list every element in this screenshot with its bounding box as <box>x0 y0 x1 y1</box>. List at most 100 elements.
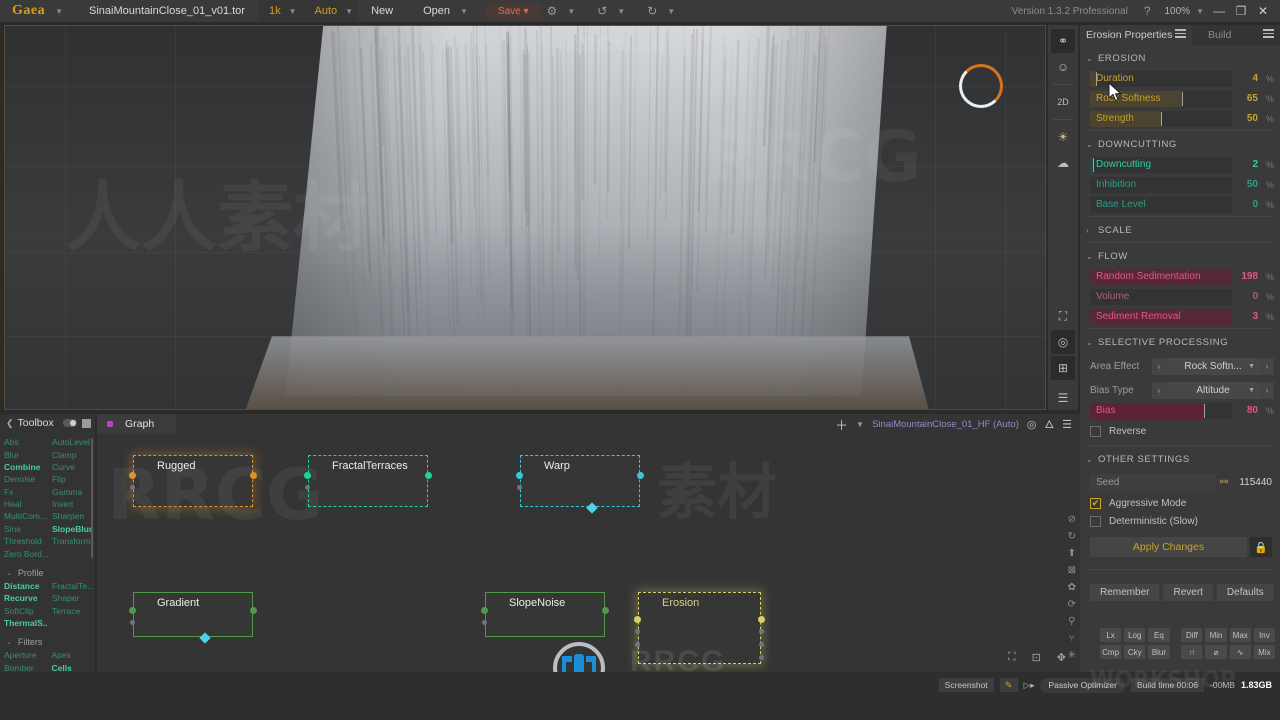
properties-scroll-area[interactable]: ⌄ EROSION Duration 4 % Rock Softness 65 … <box>1080 45 1280 672</box>
app-logo[interactable]: Gaea <box>0 3 51 19</box>
pin-icon[interactable]: ⚲ <box>1068 616 1075 627</box>
undo-chevron-down-icon[interactable]: ▼ <box>613 7 629 16</box>
toolbox-item[interactable]: Distance <box>0 580 48 592</box>
toolbox-item[interactable]: Denoise <box>0 473 48 485</box>
seed-input[interactable]: Seed <box>1090 474 1216 491</box>
resolution-chevron-down-icon[interactable]: ▼ <box>285 7 301 16</box>
chevron-right-icon[interactable]: › <box>1086 226 1098 235</box>
toolbox-item[interactable]: Apex <box>48 649 96 661</box>
graph-node-erosion[interactable]: Erosion <box>634 592 765 664</box>
toolbox-item[interactable]: FractalTe... <box>48 580 95 592</box>
toolbox-item[interactable]: SoftClip <box>0 605 48 617</box>
op-key-inv[interactable]: Inv <box>1253 628 1275 642</box>
chevron-down-icon[interactable]: ▼ <box>1248 387 1255 394</box>
gear-chevron-down-icon[interactable]: ▼ <box>563 7 579 16</box>
op-key-mix[interactable]: Mix <box>1253 645 1275 659</box>
property-row[interactable]: Downcutting 2 % <box>1090 156 1274 173</box>
toolbox-item[interactable]: Shaper <box>48 592 95 604</box>
no-entry-icon[interactable]: ⊘ <box>1068 514 1076 525</box>
redo-chevron-down-icon[interactable]: ▼ <box>663 7 679 16</box>
slider-handle[interactable] <box>1203 403 1205 418</box>
menu-icon[interactable]: ☰ <box>1051 386 1075 410</box>
chevron-down-icon[interactable]: ⌄ <box>1086 54 1098 63</box>
section-header-scale[interactable]: › SCALE <box>1080 221 1280 239</box>
toolbox-item[interactable]: AutoLevel <box>48 436 95 448</box>
toolbox-item[interactable]: SlopeBlur <box>48 523 95 535</box>
minimize-button[interactable]: — <box>1208 4 1230 18</box>
logo-chevron-down-icon[interactable]: ▼ <box>51 7 67 16</box>
help-icon[interactable]: ? <box>1138 4 1157 18</box>
close-box-icon[interactable]: ⊠ <box>1068 565 1076 576</box>
node-output-port-4[interactable] <box>759 655 764 660</box>
branch-icon[interactable]: ⑂ <box>1069 633 1075 644</box>
toolbox-back-icon[interactable]: ❮ <box>4 418 18 429</box>
passive-optimizer-button[interactable]: Passive Optimizer <box>1040 677 1125 693</box>
chevron-down-icon[interactable]: ⌄ <box>6 569 12 577</box>
op-key-blur[interactable]: Blur <box>1148 645 1170 659</box>
op-key-log[interactable]: Log <box>1124 628 1146 642</box>
refresh-icon[interactable]: ↻ <box>1068 531 1076 542</box>
property-row[interactable]: Bias 80 % <box>1090 402 1274 419</box>
chevron-down-icon[interactable]: ⌄ <box>1086 252 1098 261</box>
node-output-port[interactable] <box>602 607 609 614</box>
pen-icon[interactable]: ✎ <box>999 678 1018 692</box>
toolbox-item[interactable]: MultiCom... <box>0 510 48 522</box>
node-output-port[interactable] <box>250 472 257 479</box>
toolbox-item[interactable]: Terrace <box>48 605 95 617</box>
toolbox-item[interactable]: Recurve <box>0 592 48 604</box>
node-input-port-secondary[interactable] <box>517 485 522 490</box>
node-output-port[interactable] <box>758 616 765 623</box>
graph-canvas[interactable]: RRCG 素材 ⊘ ↻ ⬆ ⊠ ✿ ⟳ ⚲ ⑂ ✳ ⛶ ⊡ ✥ Rugged F… <box>97 434 1080 672</box>
deterministic-checkbox[interactable] <box>1090 516 1101 527</box>
area-effect-next-icon[interactable]: › <box>1260 357 1274 375</box>
toolbox-item[interactable]: Invert <box>48 498 95 510</box>
node-input-port-secondary[interactable] <box>305 485 310 490</box>
chevron-down-icon[interactable]: ⌄ <box>1086 338 1098 347</box>
node-input-port-secondary[interactable] <box>130 485 135 490</box>
settings-node-icon[interactable]: ✿ <box>1068 582 1076 593</box>
reverse-checkbox[interactable] <box>1090 426 1101 437</box>
section-header-erosion[interactable]: ⌄ EROSION <box>1080 49 1280 67</box>
area-effect-select[interactable]: Rock Softn... ▼ <box>1166 357 1260 375</box>
toolbox-item[interactable]: ThermalS... <box>0 617 48 629</box>
fit-view-icon[interactable]: ⛶ <box>1008 651 1016 664</box>
node-input-port[interactable] <box>304 472 311 479</box>
toolbox-item[interactable]: Flip <box>48 473 95 485</box>
node-input-port[interactable] <box>516 472 523 479</box>
layout-icon[interactable]: ⊡ <box>1032 651 1041 664</box>
star-icon[interactable]: ✳ <box>1068 650 1076 661</box>
toolbox-item[interactable]: Gamma <box>48 486 95 498</box>
checkbox-deterministic[interactable]: Deterministic (Slow) <box>1090 516 1274 527</box>
tab-erosion-properties[interactable]: Erosion Properties <box>1080 25 1192 45</box>
sun-light-icon[interactable]: ☀ <box>1051 125 1075 149</box>
toolbox-item[interactable]: Blur <box>0 448 48 460</box>
toolbox-item[interactable]: Clamp <box>48 448 95 460</box>
toolbox-group-profile[interactable]: ⌄ Profile <box>0 566 95 580</box>
slider-sediment-removal[interactable]: Sediment Removal <box>1090 308 1232 325</box>
gear-icon[interactable]: ⚙ <box>541 4 564 18</box>
property-row[interactable]: Sediment Removal 3 % <box>1090 308 1274 325</box>
checkbox-aggressive-mode[interactable]: Aggressive Mode <box>1090 498 1274 509</box>
node-input-port-secondary[interactable] <box>130 620 135 625</box>
slider-bias[interactable]: Bias <box>1090 402 1232 419</box>
op-key-diff[interactable]: Diff <box>1181 628 1203 642</box>
chevron-down-icon[interactable]: ⌄ <box>1086 140 1098 149</box>
toolbox-item[interactable]: Combine <box>0 461 48 473</box>
operator-quick-keys[interactable]: Lx Log Eq Diff Min Max Inv Cmp Cky Blur ⑁ ⌀ ∿ Mix <box>1100 628 1275 662</box>
toolbox-item[interactable]: Sharpen <box>48 510 95 522</box>
op-key-min[interactable]: Min <box>1205 628 1227 642</box>
slider-handle[interactable] <box>1161 111 1162 126</box>
slider-downcutting[interactable]: Downcutting <box>1090 156 1232 173</box>
reset-icon[interactable]: ⟳ <box>1068 599 1076 610</box>
op-key-lx[interactable]: Lx <box>1100 628 1122 642</box>
save-button[interactable]: Save ▾ <box>485 3 541 19</box>
node-output-port[interactable] <box>637 472 644 479</box>
bias-type-select[interactable]: Altitude ▼ <box>1166 381 1260 399</box>
op-key-⌀[interactable]: ⌀ <box>1205 645 1227 659</box>
add-graph-icon[interactable]: ＋ <box>835 415 848 434</box>
maximize-button[interactable]: ❐ <box>1230 4 1252 18</box>
graph-node-warp[interactable]: Warp <box>516 455 644 514</box>
node-output-port-2[interactable] <box>759 629 764 634</box>
expand-icon[interactable]: ▷▸ <box>1024 680 1035 691</box>
graph-node-fractalterraces[interactable]: FractalTerraces <box>304 455 432 507</box>
